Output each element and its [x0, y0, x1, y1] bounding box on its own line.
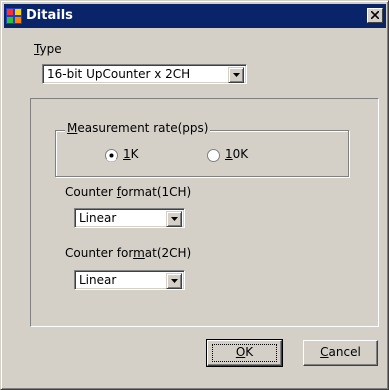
counter-format-1ch-label: Counter format(1CH)	[65, 185, 192, 199]
cancel-button[interactable]: Cancel	[303, 340, 378, 366]
type-select-dropdown-button[interactable]	[228, 67, 244, 83]
counter-format-2ch-value: Linear	[79, 273, 117, 287]
chevron-down-icon	[171, 279, 178, 283]
chevron-down-icon	[171, 217, 178, 221]
counter-format-2ch-label: Counter format(2CH)	[65, 246, 192, 260]
counter-format-2ch-dropdown-button[interactable]	[166, 273, 182, 289]
measurement-rate-group	[55, 130, 349, 177]
app-icon	[6, 8, 22, 24]
radio-10k-label[interactable]: 10K	[225, 147, 248, 161]
radio-10k[interactable]	[207, 149, 220, 162]
measurement-rate-label: Measurement rate(pps)	[65, 121, 211, 135]
close-button[interactable]	[367, 8, 383, 23]
focus-rectangle	[212, 344, 277, 362]
title-bar[interactable]: Ditails	[4, 4, 386, 28]
counter-format-2ch-select[interactable]: Linear	[74, 270, 185, 290]
ok-button[interactable]: OK	[206, 339, 283, 367]
type-select[interactable]: 16-bit UpCounter x 2CH	[42, 64, 247, 84]
dialog-window: Ditails Type 16-bit UpCounter x 2CH Meas…	[0, 0, 389, 390]
type-select-value: 16-bit UpCounter x 2CH	[47, 67, 191, 81]
radio-1k[interactable]	[105, 149, 118, 162]
counter-format-1ch-dropdown-button[interactable]	[166, 211, 182, 227]
window-title: Ditails	[26, 8, 73, 23]
type-label: Type	[34, 42, 62, 56]
counter-format-1ch-select[interactable]: Linear	[74, 208, 185, 228]
radio-1k-label[interactable]: 1K	[123, 147, 139, 161]
chevron-down-icon	[233, 73, 240, 77]
close-icon	[371, 11, 379, 19]
counter-format-1ch-value: Linear	[79, 211, 117, 225]
